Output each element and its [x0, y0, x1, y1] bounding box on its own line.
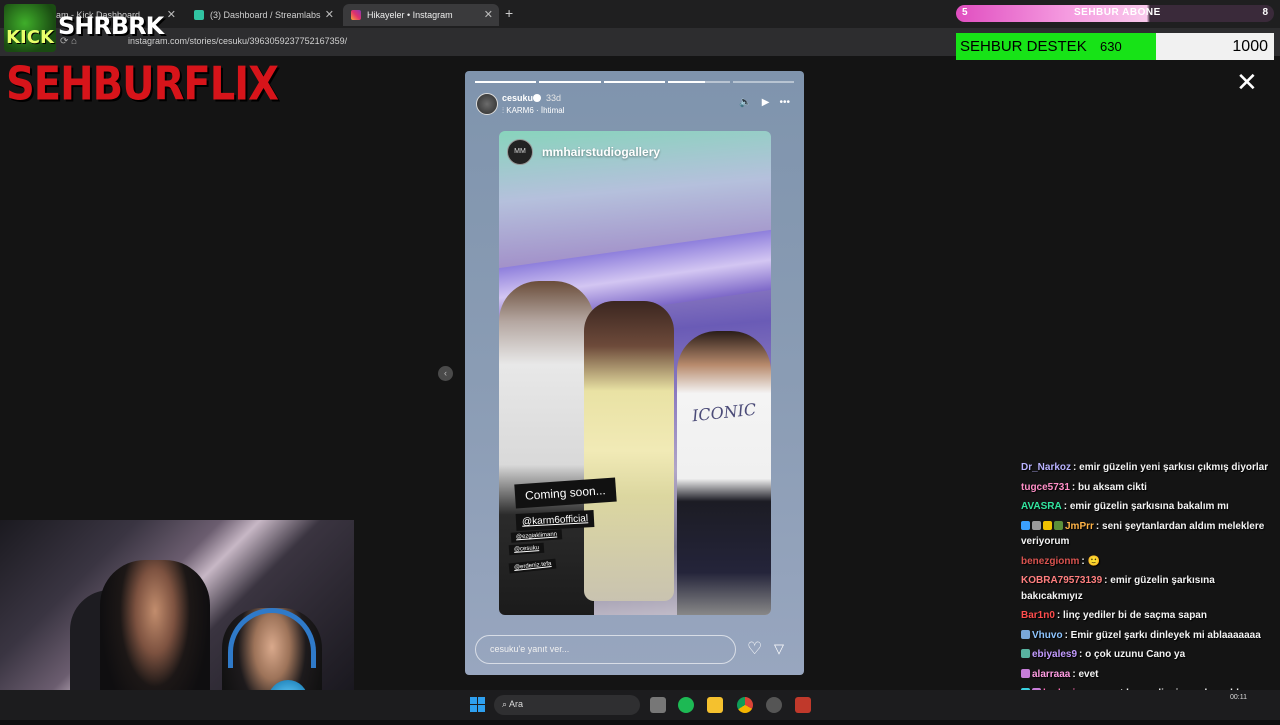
chrome-icon[interactable]: [737, 697, 753, 713]
search-icon: ⌕: [502, 699, 510, 709]
previous-story-button[interactable]: ‹: [438, 366, 453, 381]
subscriber-count: 5: [962, 7, 968, 18]
chat-text: : Emir güzel şarkı dinleyek mi ablaaaaaa…: [1064, 629, 1261, 641]
obs-icon[interactable]: [766, 697, 782, 713]
chat-username: tugce5731: [1021, 481, 1070, 493]
subscriber-goal-target: 8: [1262, 7, 1268, 18]
chat-message: Vhuvo: Emir güzel şarkı dinleyek mi abla…: [1021, 628, 1277, 644]
chat-message: benezgionm: 🙂: [1021, 554, 1277, 570]
chat-badge-icon: [1054, 520, 1063, 530]
volume-icon[interactable]: 🔈: [739, 97, 751, 108]
chat-text: : bu aksam cikti: [1071, 481, 1147, 493]
kick-logo: KICK: [4, 4, 56, 52]
donation-goal-label: SEHBUR DESTEK: [960, 38, 1087, 55]
tab-label: (3) Dashboard / Streamlabs: [210, 10, 321, 20]
media-person: [677, 331, 771, 615]
play-icon[interactable]: ▶: [762, 97, 770, 108]
progress-segment: [475, 81, 537, 83]
chat-message: tugce5731: bu aksam cikti: [1021, 480, 1277, 496]
chat-username: AVASRA: [1021, 501, 1062, 512]
chat-username: KOBRA79573139: [1021, 575, 1103, 586]
chat-badge-icon: [1021, 649, 1030, 658]
task-view-icon[interactable]: [650, 697, 666, 713]
windows-start-icon[interactable]: [470, 697, 485, 712]
subscriber-goal-bar: 5 SEHBUR ABONE 8: [956, 5, 1274, 22]
story-username[interactable]: cesuku: [502, 93, 533, 103]
chat-username: ebiyales9: [1032, 649, 1078, 660]
spotify-icon[interactable]: [678, 697, 694, 713]
chat-message: Bar1n0: linç yediler bi de saçma sapan: [1021, 608, 1277, 624]
story-progress: [475, 81, 795, 83]
taskbar: [0, 690, 1280, 720]
chat-text: : 🙂: [1081, 555, 1100, 567]
chat-text: : emir güzelin şarkısına bakalım mı: [1063, 501, 1229, 512]
new-tab-button[interactable]: +: [505, 5, 513, 21]
donation-goal-bar: SEHBUR DESTEK 630 1000: [956, 33, 1274, 60]
chat-text: : linç yediler bi de saçma sapan: [1056, 610, 1207, 621]
donation-current: 630: [1100, 39, 1122, 54]
progress-segment: [603, 81, 666, 83]
story-controls: 🔈 ▶ •••: [739, 97, 790, 108]
avatar[interactable]: [476, 93, 498, 115]
chat-message: JmPrr: seni şeytanlardan aldım meleklere…: [1021, 519, 1277, 550]
story-song[interactable]: ⫶ KARM6 · İhtimal: [502, 106, 564, 116]
gallery-avatar: MM: [507, 139, 533, 165]
progress-segment: [539, 81, 601, 83]
chat-message: AVASRA: emir güzelin şarkısına bakalım m…: [1021, 499, 1277, 515]
file-explorer-icon[interactable]: [707, 697, 723, 713]
close-story-button[interactable]: ✕: [1236, 69, 1258, 95]
chat-username: benezgionm: [1021, 555, 1080, 567]
streamlabs-icon: [194, 10, 204, 20]
chat-badge-icon: [1043, 520, 1052, 530]
progress-segment: [668, 81, 730, 83]
story-media: ICONIC MM mmhairstudiogallery Coming soo…: [499, 131, 771, 615]
chat-message: KOBRA79573139: emir güzelin şarkısına ba…: [1021, 573, 1277, 604]
chat-username: JmPrr: [1065, 520, 1094, 532]
send-icon[interactable]: ▽: [774, 641, 784, 657]
chat-badge-icon: [1021, 520, 1030, 530]
close-tab-icon[interactable]: ✕: [167, 8, 176, 21]
subscriber-goal-label: SEHBUR ABONE: [1074, 7, 1161, 18]
chat-username: Vhuvo: [1032, 629, 1063, 641]
tab-streamlabs[interactable]: (3) Dashboard / Streamlabs ✕: [186, 4, 340, 26]
story-time: 33d: [546, 93, 562, 103]
verified-icon: [533, 94, 541, 102]
song-label: KARM6 · İhtimal: [506, 106, 565, 115]
chat-text: : emir güzelin yeni şarkısı çıkmış diyor…: [1073, 462, 1269, 473]
instagram-icon: [351, 10, 361, 20]
gallery-name: mmhairstudiogallery: [542, 145, 661, 159]
tab-instagram[interactable]: Hikayeler • Instagram ✕: [343, 4, 499, 26]
app-icon[interactable]: [795, 697, 811, 713]
chat-username: Bar1n0: [1021, 610, 1055, 621]
like-icon[interactable]: ♡: [747, 639, 762, 659]
progress-segment: [732, 81, 795, 83]
chat-text: : evet: [1072, 668, 1099, 680]
clock: 00:11: [1230, 694, 1247, 701]
brand-logo: SEHBURFLIX: [6, 58, 279, 111]
chat-message: Dr_Narkoz: emir güzelin yeni şarkısı çık…: [1021, 460, 1277, 476]
taskbar-search[interactable]: ⌕ Ara: [494, 695, 640, 715]
chat-username: Dr_Narkoz: [1021, 462, 1072, 473]
channel-tag: SHRBRK: [58, 12, 164, 40]
chat-badge-icon: [1032, 520, 1041, 530]
chat-badge-icon: [1021, 629, 1030, 639]
chat-overlay: Dr_Narkoz: emir güzelin yeni şarkısı çık…: [1021, 460, 1277, 725]
instagram-story: cesuku 33d ⫶ KARM6 · İhtimal 🔈 ▶ ••• ICO…: [465, 71, 804, 675]
chat-message: ebiyales9: o çok uzunu Cano ya: [1021, 647, 1277, 663]
chat-message: alarraaa: evet: [1021, 667, 1277, 683]
close-tab-icon[interactable]: ✕: [484, 8, 493, 21]
chat-text: : o çok uzunu Cano ya: [1079, 649, 1186, 660]
donation-goal-target: 1000: [1232, 38, 1268, 55]
media-person: [584, 301, 674, 601]
tab-label: Hikayeler • Instagram: [367, 10, 453, 20]
reply-input[interactable]: cesuku'e yanıt ver...: [475, 635, 736, 664]
chat-username: alarraaa: [1032, 668, 1071, 680]
more-options-icon[interactable]: •••: [779, 97, 790, 108]
chat-badge-icon: [1021, 668, 1030, 678]
search-placeholder: Ara: [509, 699, 524, 709]
close-tab-icon[interactable]: ✕: [325, 8, 334, 21]
